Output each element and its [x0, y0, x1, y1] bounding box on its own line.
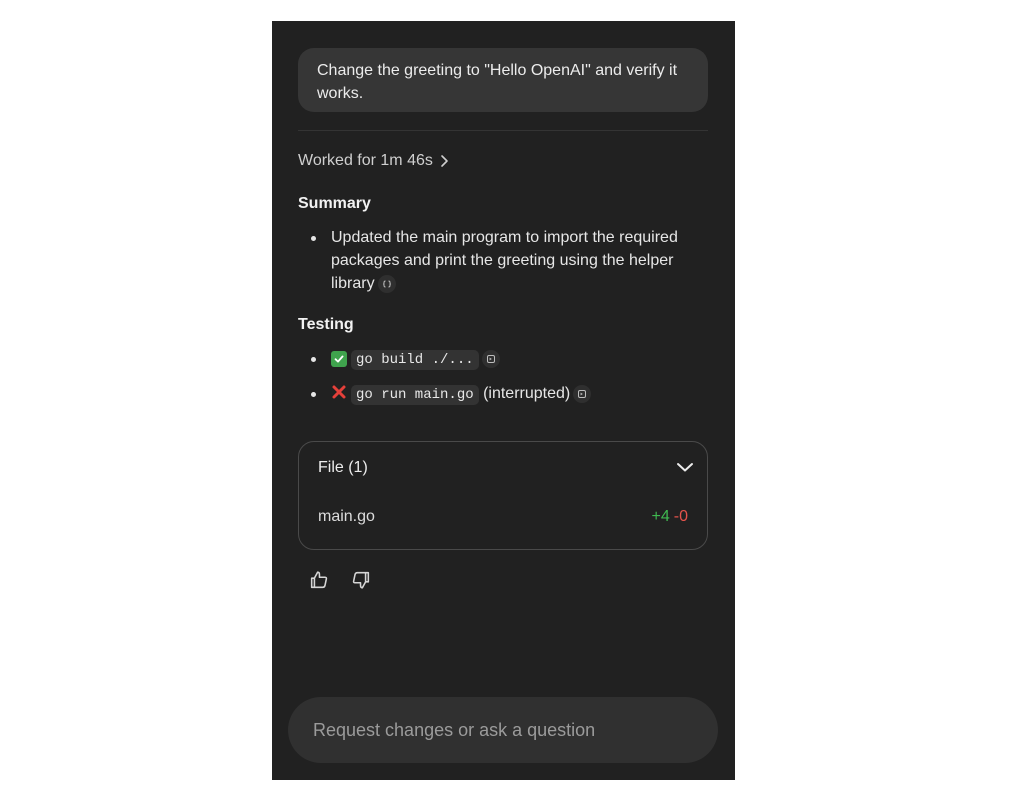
testing-title: Testing — [298, 316, 354, 333]
testing-list: go build ./... go run main.go (interrupt… — [298, 347, 718, 407]
additions-count: +4 — [651, 508, 670, 525]
divider — [298, 130, 708, 131]
deletions-count: -0 — [673, 508, 688, 525]
summary-list: Updated the main program to import the r… — [298, 226, 718, 295]
composer-input[interactable] — [288, 697, 718, 763]
code-icon[interactable] — [377, 274, 396, 293]
test-command: go build ./... — [351, 350, 479, 370]
chevron-right-icon — [441, 155, 448, 167]
test-note: (interrupted) — [483, 385, 571, 402]
thumbs-down-icon[interactable] — [350, 569, 372, 591]
check-icon — [331, 351, 347, 367]
summary-title: Summary — [298, 195, 371, 212]
files-card: File (1) main.go +4 -0 — [298, 441, 708, 550]
terminal-icon[interactable] — [573, 384, 592, 403]
test-item: go run main.go (interrupted) — [298, 382, 718, 407]
worked-for-label: Worked for 1m 46s — [298, 152, 433, 169]
file-diff-stats: +4 -0 — [652, 508, 688, 526]
thumbs-up-icon[interactable] — [308, 569, 330, 591]
test-item: go build ./... — [298, 347, 718, 372]
file-name[interactable]: main.go — [318, 508, 375, 526]
user-message: Change the greeting to "Hello OpenAI" an… — [298, 48, 708, 112]
terminal-icon[interactable] — [481, 349, 500, 368]
chat-panel: Change the greeting to "Hello OpenAI" an… — [272, 21, 735, 780]
files-header: File (1) — [318, 459, 368, 476]
test-command: go run main.go — [351, 385, 479, 405]
cross-icon — [331, 384, 347, 407]
summary-item: Updated the main program to import the r… — [298, 226, 718, 295]
worked-for-toggle[interactable]: Worked for 1m 46s — [298, 152, 451, 170]
chevron-down-icon[interactable] — [676, 461, 694, 473]
